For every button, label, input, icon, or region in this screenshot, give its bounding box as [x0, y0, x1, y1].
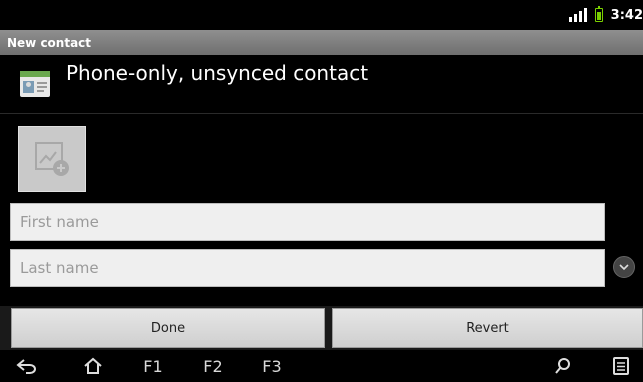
- f1-key[interactable]: F1: [138, 350, 168, 382]
- menu-icon[interactable]: [606, 350, 636, 382]
- expand-name-fields-button[interactable]: [613, 256, 635, 278]
- add-photo-icon: [35, 142, 69, 176]
- last-name-field[interactable]: [10, 249, 605, 287]
- search-icon[interactable]: [548, 350, 578, 382]
- battery-icon: [594, 6, 603, 22]
- back-icon[interactable]: [12, 350, 42, 382]
- done-button[interactable]: Done: [11, 308, 325, 348]
- add-photo-button[interactable]: [18, 126, 86, 192]
- signal-icon: [568, 8, 587, 22]
- status-icons: 3:42: [568, 0, 643, 30]
- f3-key[interactable]: F3: [257, 350, 287, 382]
- f2-key[interactable]: F2: [198, 350, 228, 382]
- action-bar: Done Revert: [0, 306, 643, 350]
- status-bar: 3:42: [0, 0, 643, 30]
- page-title: New contact: [7, 35, 92, 50]
- revert-button[interactable]: Revert: [332, 308, 643, 348]
- account-type-label: Phone-only, unsynced contact: [66, 61, 369, 85]
- app-title-bar: New contact: [0, 30, 643, 55]
- first-name-field[interactable]: [10, 203, 605, 241]
- account-header: Phone-only, unsynced contact: [0, 55, 643, 114]
- status-clock: 3:42: [610, 7, 643, 23]
- system-nav-bar: F1 F2 F3: [0, 350, 643, 382]
- last-name-input[interactable]: [11, 250, 604, 286]
- chevron-down-icon: [619, 264, 629, 271]
- first-name-input[interactable]: [11, 204, 604, 240]
- home-icon[interactable]: [78, 350, 108, 382]
- contact-card-icon: [16, 67, 54, 105]
